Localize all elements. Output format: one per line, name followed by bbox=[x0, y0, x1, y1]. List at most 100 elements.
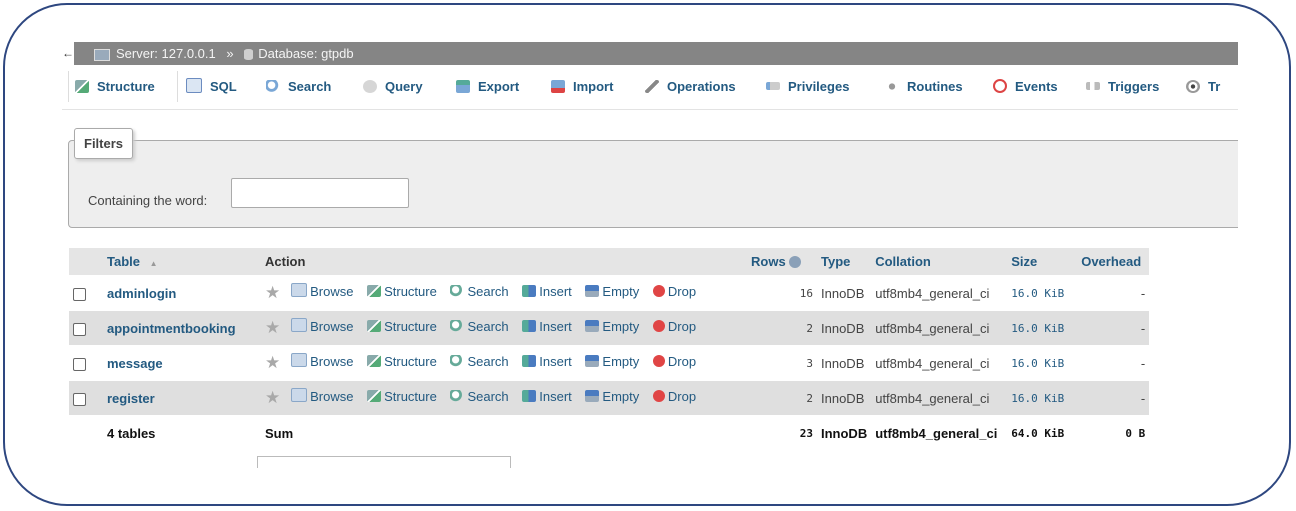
overhead-value: - bbox=[1077, 380, 1150, 416]
table-name-link[interactable]: adminlogin bbox=[107, 286, 176, 301]
search-icon bbox=[450, 390, 465, 402]
search-icon bbox=[450, 320, 465, 332]
overhead-value: - bbox=[1077, 310, 1150, 346]
empty-action[interactable]: Empty bbox=[585, 354, 639, 369]
insert-icon bbox=[522, 285, 537, 297]
tab-tracking[interactable]: Tr bbox=[1180, 71, 1226, 102]
insert-icon bbox=[522, 355, 537, 367]
with-selected-dropdown[interactable] bbox=[257, 456, 511, 468]
empty-icon bbox=[585, 390, 600, 402]
browse-icon bbox=[291, 388, 308, 402]
drop-icon bbox=[652, 320, 665, 332]
collation-value: utf8mb4_general_ci bbox=[871, 310, 1008, 346]
tab-operations[interactable]: Operations bbox=[639, 71, 742, 102]
help-icon[interactable] bbox=[789, 256, 802, 268]
tab-search[interactable]: Search bbox=[260, 71, 337, 102]
search-action[interactable]: Search bbox=[450, 284, 509, 299]
drop-icon bbox=[652, 355, 665, 367]
drop-action[interactable]: Drop bbox=[652, 354, 696, 369]
browse-action[interactable]: Browse bbox=[291, 353, 353, 369]
back-arrow-icon[interactable]: ← bbox=[62, 42, 74, 65]
tab-routines[interactable]: Routines bbox=[879, 71, 969, 102]
header-checkbox-col bbox=[69, 248, 103, 276]
wrench-icon bbox=[645, 80, 659, 93]
tab-sql[interactable]: SQL bbox=[180, 71, 243, 102]
browse-icon bbox=[291, 283, 308, 297]
row-checkbox[interactable] bbox=[73, 322, 86, 336]
row-checkbox[interactable] bbox=[73, 392, 86, 406]
structure-icon bbox=[367, 390, 382, 402]
rows-count: 2 bbox=[747, 310, 817, 346]
insert-action[interactable]: Insert bbox=[522, 284, 572, 299]
tables-list: Table ▲ Action Rows Type Collation Size … bbox=[69, 248, 1150, 450]
header-collation[interactable]: Collation bbox=[871, 248, 1008, 276]
tab-privileges[interactable]: Privileges bbox=[760, 71, 855, 102]
favorite-star-icon[interactable]: ★ bbox=[265, 388, 280, 407]
tab-export[interactable]: Export bbox=[450, 71, 525, 102]
breadcrumb: Server: 127.0.0.1 » Database: gtpdb bbox=[94, 42, 354, 65]
size-value[interactable]: 16.0 KiB bbox=[1007, 275, 1078, 311]
size-value[interactable]: 16.0 KiB bbox=[1007, 310, 1078, 346]
header-overhead[interactable]: Overhead bbox=[1077, 248, 1150, 276]
rows-count: 3 bbox=[747, 345, 817, 381]
empty-icon bbox=[585, 320, 600, 332]
structure-action[interactable]: Structure bbox=[367, 389, 437, 404]
header-rows[interactable]: Rows bbox=[747, 248, 817, 276]
engine-type: InnoDB bbox=[817, 275, 872, 311]
insert-icon bbox=[522, 390, 537, 402]
rows-count: 2 bbox=[747, 380, 817, 416]
favorite-star-icon[interactable]: ★ bbox=[265, 353, 280, 372]
header-table[interactable]: Table ▲ bbox=[103, 248, 261, 276]
engine-type: InnoDB bbox=[817, 310, 872, 346]
clock-icon bbox=[993, 79, 1007, 93]
structure-action[interactable]: Structure bbox=[367, 354, 437, 369]
insert-icon bbox=[522, 320, 537, 332]
collation-value: utf8mb4_general_ci bbox=[871, 275, 1008, 311]
drop-action[interactable]: Drop bbox=[652, 319, 696, 334]
search-action[interactable]: Search bbox=[450, 354, 509, 369]
drop-action[interactable]: Drop bbox=[652, 284, 696, 299]
rows-count: 16 bbox=[747, 275, 817, 311]
table-name-link[interactable]: register bbox=[107, 391, 155, 406]
empty-action[interactable]: Empty bbox=[585, 319, 639, 334]
insert-action[interactable]: Insert bbox=[522, 319, 572, 334]
drop-action[interactable]: Drop bbox=[652, 389, 696, 404]
filter-input[interactable] bbox=[231, 178, 409, 208]
export-icon bbox=[456, 80, 470, 93]
tab-triggers[interactable]: Triggers bbox=[1080, 71, 1165, 102]
total-size: 64.0 KiB bbox=[1007, 415, 1078, 450]
insert-action[interactable]: Insert bbox=[522, 389, 572, 404]
browse-action[interactable]: Browse bbox=[291, 318, 353, 334]
size-value[interactable]: 16.0 KiB bbox=[1007, 380, 1078, 416]
header-type[interactable]: Type bbox=[817, 248, 872, 276]
database-link[interactable]: Database: gtpdb bbox=[244, 42, 354, 65]
server-link[interactable]: Server: 127.0.0.1 bbox=[94, 42, 216, 65]
empty-action[interactable]: Empty bbox=[585, 389, 639, 404]
browse-action[interactable]: Browse bbox=[291, 283, 353, 299]
breadcrumb-bar: ← Server: 127.0.0.1 » Database: gtpdb bbox=[62, 42, 1238, 65]
search-action[interactable]: Search bbox=[450, 319, 509, 334]
eye-icon bbox=[1186, 80, 1200, 93]
table-name-link[interactable]: message bbox=[107, 356, 163, 371]
favorite-star-icon[interactable]: ★ bbox=[265, 318, 280, 337]
structure-action[interactable]: Structure bbox=[367, 319, 437, 334]
structure-action[interactable]: Structure bbox=[367, 284, 437, 299]
empty-action[interactable]: Empty bbox=[585, 284, 639, 299]
import-icon bbox=[551, 80, 565, 93]
tab-events[interactable]: Events bbox=[987, 71, 1064, 102]
insert-action[interactable]: Insert bbox=[522, 354, 572, 369]
main-tabs: Structure SQL Search Query Export Import… bbox=[62, 65, 1238, 110]
size-value[interactable]: 16.0 KiB bbox=[1007, 345, 1078, 381]
search-action[interactable]: Search bbox=[450, 389, 509, 404]
sort-ascending-icon: ▲ bbox=[149, 259, 158, 268]
row-checkbox[interactable] bbox=[73, 357, 86, 371]
database-icon bbox=[244, 49, 254, 61]
browse-action[interactable]: Browse bbox=[291, 388, 353, 404]
header-size[interactable]: Size bbox=[1007, 248, 1078, 276]
tab-query[interactable]: Query bbox=[357, 71, 429, 102]
tab-structure[interactable]: Structure bbox=[68, 71, 178, 102]
table-name-link[interactable]: appointmentbooking bbox=[107, 321, 236, 336]
tab-import[interactable]: Import bbox=[545, 71, 619, 102]
row-checkbox[interactable] bbox=[73, 287, 86, 301]
favorite-star-icon[interactable]: ★ bbox=[265, 283, 280, 302]
